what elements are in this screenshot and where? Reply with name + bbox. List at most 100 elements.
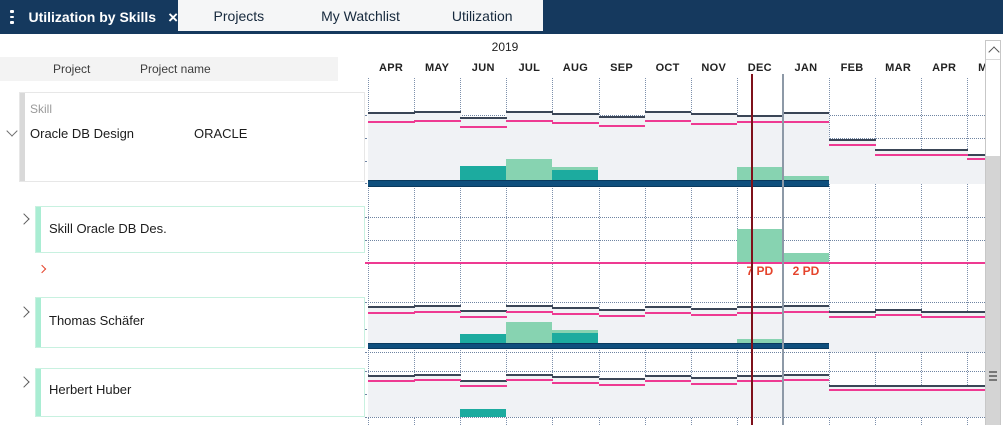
grip-icon bbox=[989, 375, 997, 377]
capacity-fill bbox=[783, 113, 830, 180]
capacity-line bbox=[599, 309, 646, 311]
tab-my-watchlist[interactable]: My Watchlist bbox=[300, 0, 422, 31]
row-skill-oracle-db-design[interactable]: Skill Oracle DB Design ORACLE bbox=[19, 92, 365, 182]
planned-line bbox=[691, 383, 738, 385]
capacity-line bbox=[552, 307, 599, 309]
capacity-fill bbox=[645, 376, 692, 417]
planned-line bbox=[506, 379, 553, 381]
planned-line bbox=[737, 121, 784, 123]
vertical-scrollbar[interactable] bbox=[985, 40, 1001, 425]
planned-line bbox=[645, 312, 692, 314]
capacity-line bbox=[875, 309, 922, 311]
row-thomas-schaefer[interactable]: Thomas Schäfer bbox=[35, 297, 365, 348]
capacity-line bbox=[645, 306, 692, 308]
column-header-project: Project bbox=[53, 62, 90, 76]
capacity-line bbox=[460, 117, 507, 119]
grip-icon bbox=[989, 379, 997, 381]
scrollbar-thumb[interactable] bbox=[986, 156, 1000, 425]
capacity-line bbox=[921, 149, 968, 151]
chevron-right-icon[interactable] bbox=[18, 376, 29, 387]
planned-line bbox=[414, 379, 461, 381]
menu-icon[interactable] bbox=[10, 10, 14, 24]
chevron-right-icon[interactable] bbox=[38, 265, 46, 273]
timeline-month-label: DEC bbox=[737, 62, 783, 76]
capacity-fill bbox=[921, 312, 968, 352]
horizontal-gridline bbox=[365, 240, 985, 241]
row-title: Herbert Huber bbox=[49, 382, 131, 397]
timeline-month-label: AUG bbox=[552, 62, 598, 76]
planned-line bbox=[921, 316, 968, 318]
timeline-month-label: JUN bbox=[460, 62, 506, 76]
capacity-line bbox=[691, 308, 738, 310]
timeline-month-label: APR bbox=[368, 62, 414, 76]
planned-line bbox=[783, 379, 830, 381]
planned-line bbox=[368, 312, 415, 314]
capacity-line bbox=[967, 311, 985, 313]
timeline-month-label: MAY bbox=[967, 62, 985, 76]
capacity-line bbox=[829, 311, 876, 313]
scroll-up-button[interactable] bbox=[986, 41, 1000, 60]
capacity-fill bbox=[645, 112, 692, 180]
planned-line bbox=[460, 316, 507, 318]
row-edge bbox=[36, 207, 41, 252]
row-skill-oracle-db-des[interactable]: Skill Oracle DB Des. bbox=[35, 206, 365, 253]
planned-line bbox=[921, 154, 968, 156]
close-icon[interactable]: × bbox=[168, 9, 178, 26]
capacity-fill bbox=[368, 113, 415, 180]
chart-bar bbox=[783, 253, 829, 262]
overload-baseline bbox=[365, 262, 985, 264]
planned-line bbox=[368, 380, 415, 382]
chevron-down-icon[interactable] bbox=[6, 125, 17, 136]
horizontal-gridline bbox=[365, 417, 985, 418]
capacity-fill bbox=[414, 112, 461, 180]
planned-line bbox=[691, 123, 738, 125]
planned-line bbox=[737, 312, 784, 314]
utilization-app: Utilization by Skills × Projects My Watc… bbox=[0, 0, 1003, 425]
chevron-right-icon[interactable] bbox=[18, 213, 29, 224]
capacity-line bbox=[691, 377, 738, 379]
utilization-chart[interactable]: 2019 APRMAYJUNJULAUGSEPOCTNOVDECJANFEBMA… bbox=[365, 34, 985, 425]
resource-tree-panel: Project Project name Skill Oracle DB Des… bbox=[0, 34, 365, 425]
tab-strip: Projects My Watchlist Utilization bbox=[178, 0, 543, 31]
row-title: Oracle DB Design bbox=[30, 126, 134, 141]
capacity-line bbox=[921, 311, 968, 313]
row-title: Skill Oracle DB Des. bbox=[49, 221, 167, 236]
tab-utilization-by-skills[interactable]: Utilization by Skills × bbox=[0, 0, 178, 34]
capacity-line bbox=[875, 385, 922, 387]
planned-line bbox=[921, 389, 968, 391]
planned-line bbox=[645, 380, 692, 382]
capacity-fill bbox=[506, 375, 553, 417]
capacity-line bbox=[829, 139, 876, 141]
chart-bar bbox=[460, 334, 506, 343]
capacity-line bbox=[552, 376, 599, 378]
planned-line bbox=[506, 120, 553, 122]
capacity-line bbox=[645, 375, 692, 377]
row-herbert-huber[interactable]: Herbert Huber bbox=[35, 368, 365, 417]
planned-line bbox=[829, 316, 876, 318]
capacity-line bbox=[783, 112, 830, 114]
timeline-month-label: MAR bbox=[875, 62, 921, 76]
capacity-line bbox=[783, 305, 830, 307]
chevron-right-icon[interactable] bbox=[18, 306, 29, 317]
active-tab-label: Utilization by Skills bbox=[28, 9, 156, 25]
tab-projects[interactable]: Projects bbox=[178, 0, 300, 31]
chart-bar bbox=[737, 229, 783, 262]
planned-line bbox=[875, 389, 922, 391]
planned-line bbox=[414, 120, 461, 122]
capacity-line bbox=[506, 305, 553, 307]
capacity-fill bbox=[414, 375, 461, 417]
capacity-line bbox=[506, 374, 553, 376]
capacity-line bbox=[506, 111, 553, 113]
timeline-month-label: FEB bbox=[829, 62, 875, 76]
timeline-month-label: APR bbox=[921, 62, 967, 76]
base-utilization-bar bbox=[368, 343, 829, 349]
top-tab-bar: Utilization by Skills × Projects My Watc… bbox=[0, 0, 1003, 34]
chart-bar bbox=[460, 166, 506, 180]
capacity-line bbox=[875, 149, 922, 151]
planned-line bbox=[783, 121, 830, 123]
chart-bar bbox=[552, 170, 598, 180]
capacity-line bbox=[414, 374, 461, 376]
tab-utilization[interactable]: Utilization bbox=[421, 0, 543, 31]
capacity-fill bbox=[783, 375, 830, 417]
capacity-fill bbox=[967, 312, 985, 352]
